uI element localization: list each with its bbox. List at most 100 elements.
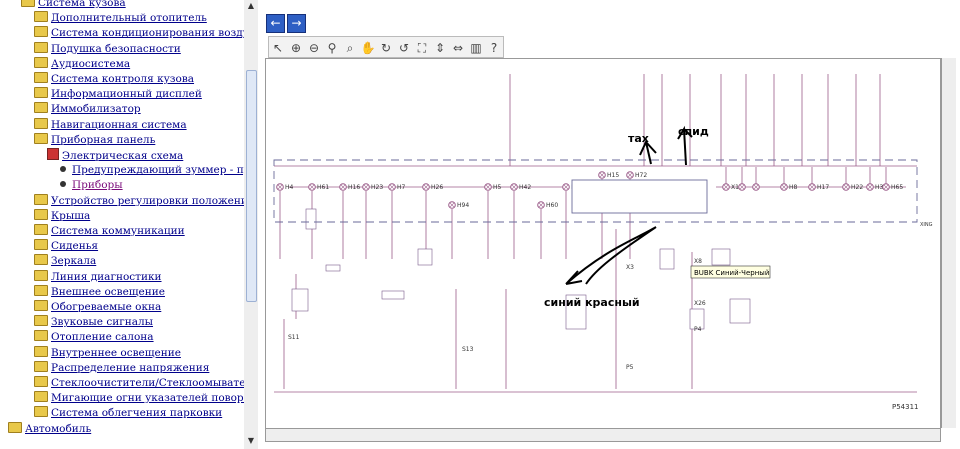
- tree-item-label[interactable]: Крыша: [51, 210, 90, 222]
- scroll-up-icon[interactable]: ▲: [246, 1, 256, 11]
- tree-item-label[interactable]: Система коммуникации: [51, 225, 185, 237]
- tree-item-label[interactable]: Внешнее освещение: [51, 286, 165, 298]
- back-button[interactable]: ←: [266, 14, 285, 33]
- highlight-icon[interactable]: ▥: [468, 39, 484, 57]
- tree-item[interactable]: Отопление салона: [34, 330, 154, 345]
- tree-item[interactable]: Система кондиционирования воздуха: [34, 26, 244, 41]
- tree-item-label[interactable]: Устройство регулировки положения фар: [51, 195, 244, 207]
- wiring-diagram-canvas[interactable]: H4H61H16H23H7H26H94H5H42H60H30H15H72P1P2…: [265, 58, 941, 430]
- tree-item[interactable]: Приборы: [60, 178, 123, 193]
- select-arrow-icon[interactable]: ↖: [270, 39, 286, 57]
- component-label: H16: [348, 184, 360, 191]
- forward-button[interactable]: →: [287, 14, 306, 33]
- tree-item[interactable]: Система облегчения парковки: [34, 406, 222, 421]
- folder-icon: [34, 239, 48, 251]
- tree-item[interactable]: Зеркала: [34, 254, 96, 269]
- component-label: H7: [397, 184, 406, 191]
- tree-item-label[interactable]: Внутреннее освещение: [51, 347, 181, 359]
- folder-icon: [34, 117, 48, 129]
- rotate-left-icon[interactable]: ↺: [396, 39, 412, 57]
- tree-item-label[interactable]: Иммобилизатор: [51, 103, 141, 115]
- zoom-out-icon[interactable]: ⊖: [306, 39, 322, 57]
- fit-height-icon[interactable]: ⇕: [432, 39, 448, 57]
- tree-item[interactable]: Электрическая схема: [47, 148, 183, 163]
- tree-item[interactable]: Система контроля кузова: [34, 72, 194, 87]
- tree-item-label[interactable]: Навигационная система: [51, 119, 187, 131]
- tree-item-label[interactable]: Мигающие огни указателей поворота и пр: [51, 392, 244, 404]
- connector-box: [381, 290, 405, 300]
- tree-item[interactable]: Внешнее освещение: [34, 284, 165, 300]
- tree-item-label[interactable]: Зеркала: [51, 255, 96, 267]
- tree-item-label[interactable]: Предупреждающий зуммер - проверк: [72, 164, 244, 176]
- component-label: H94: [457, 202, 469, 209]
- tree-item[interactable]: Сиденья: [34, 239, 98, 254]
- zoom-window-icon[interactable]: ⌕: [342, 39, 358, 57]
- tree-item[interactable]: Дополнительный отопитель: [34, 11, 207, 26]
- pan-hand-icon[interactable]: ✋: [360, 39, 376, 57]
- connector-box: [305, 208, 317, 230]
- tree-item-label[interactable]: Распределение напряжения: [51, 362, 209, 374]
- tree-item-label[interactable]: Электрическая схема: [62, 150, 183, 162]
- tree-item-label[interactable]: Сиденья: [51, 240, 98, 252]
- tree-item[interactable]: Стеклоочистители/Стеклоомыватели: [34, 376, 244, 391]
- fit-width-icon[interactable]: ⇔: [450, 39, 466, 57]
- tree-item[interactable]: Приборная панель: [34, 132, 155, 148]
- folder-icon: [34, 72, 48, 83]
- tree-item[interactable]: Обогреваемые окна: [34, 300, 161, 315]
- tree-item[interactable]: Крыша: [34, 208, 90, 224]
- tree-item[interactable]: Навигационная система: [34, 117, 187, 133]
- tree-item-label[interactable]: Линия диагностики: [51, 271, 162, 283]
- tree-item-label[interactable]: Подушка безопасности: [51, 43, 181, 55]
- diagram-vertical-scrollbar[interactable]: [941, 58, 956, 428]
- component-label: S13: [462, 346, 474, 353]
- tree-item-label[interactable]: Звуковые сигналы: [51, 316, 153, 328]
- tree-item[interactable]: Предупреждающий зуммер - проверк: [60, 163, 244, 178]
- tree-item[interactable]: Аудиосистема: [34, 56, 130, 72]
- help-icon[interactable]: ?: [486, 39, 502, 57]
- tree-item[interactable]: Распределение напряжения: [34, 360, 209, 376]
- tree-item-label[interactable]: Система облегчения парковки: [51, 407, 222, 419]
- tree-scrollbar[interactable]: ▲ ▼: [244, 0, 259, 449]
- tree-item[interactable]: Мигающие огни указателей поворота и пр: [34, 391, 244, 406]
- connector-box: [325, 264, 341, 272]
- tree-item[interactable]: Внутреннее освещение: [34, 345, 181, 361]
- tree-item-label[interactable]: Аудиосистема: [51, 58, 130, 70]
- scrollbar-thumb[interactable]: [246, 70, 257, 302]
- component-label: H17: [817, 184, 829, 191]
- tree-item-label[interactable]: Дополнительный отопитель: [51, 12, 207, 24]
- component-label: X26: [694, 300, 706, 307]
- component-label: H4: [285, 184, 294, 191]
- connector-box: [417, 248, 433, 266]
- tree-item-label[interactable]: Информационный дисплей: [51, 88, 202, 100]
- tree-item[interactable]: Информационный дисплей: [34, 87, 202, 102]
- tree-item-label[interactable]: Приборная панель: [51, 134, 155, 146]
- scroll-down-icon[interactable]: ▼: [246, 436, 256, 446]
- component-label: P5: [626, 364, 634, 371]
- tree-item[interactable]: Автомобиль: [8, 421, 91, 437]
- tree-item[interactable]: Устройство регулировки положения фар: [34, 193, 244, 209]
- history-nav: ← →: [266, 12, 308, 33]
- tree-item[interactable]: Звуковые сигналы: [34, 315, 153, 330]
- rotate-right-icon[interactable]: ↻: [378, 39, 394, 57]
- tree-item[interactable]: Система коммуникации: [34, 224, 185, 239]
- figure-id: P54311: [892, 403, 919, 411]
- tree-item-label[interactable]: Система контроля кузова: [51, 73, 194, 85]
- tree-item-label[interactable]: Стеклоочистители/Стеклоомыватели: [51, 377, 244, 389]
- diagram-horizontal-scrollbar[interactable]: [265, 428, 941, 442]
- fit-page-icon[interactable]: ⛶: [414, 39, 430, 57]
- tree-item-label[interactable]: Отопление салона: [51, 331, 154, 343]
- tree-item[interactable]: Линия диагностики: [34, 269, 162, 285]
- tree-item[interactable]: Иммобилизатор: [34, 102, 141, 117]
- component-label: X8: [694, 258, 702, 265]
- tree-item-label[interactable]: Система кузова: [38, 0, 126, 9]
- tree-item[interactable]: Система кузова: [21, 0, 126, 11]
- tree-item-label[interactable]: Автомобиль: [25, 423, 91, 435]
- folder-icon: [34, 26, 48, 38]
- tree-item[interactable]: Подушка безопасности: [34, 41, 181, 57]
- tree-item-label[interactable]: Приборы: [72, 179, 123, 191]
- zoom-icon[interactable]: ⚲: [324, 39, 340, 57]
- tree-item-label[interactable]: Обогреваемые окна: [51, 301, 161, 313]
- gauge-block: [571, 179, 708, 214]
- tree-item-label[interactable]: Система кондиционирования воздуха: [51, 27, 244, 39]
- zoom-in-icon[interactable]: ⊕: [288, 39, 304, 57]
